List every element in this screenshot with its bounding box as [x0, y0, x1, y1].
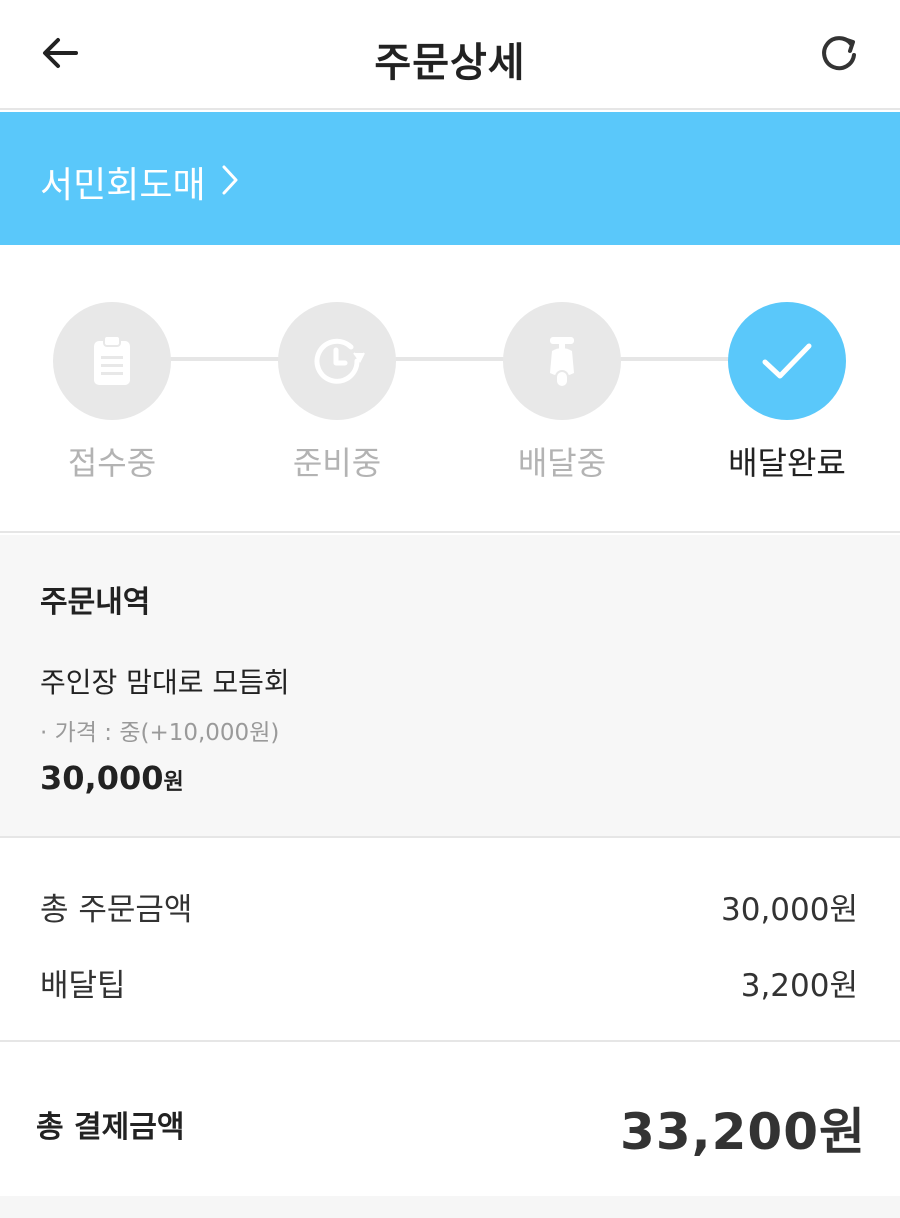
store-link[interactable]: 서민회도매 — [0, 112, 900, 245]
order-total-row: 총 주문금액 30,000원 — [40, 884, 858, 928]
payment-total-section: 총 결제금액 33,200원 — [0, 1044, 900, 1196]
status-step-label: 준비중 — [292, 444, 382, 482]
status-step-preparing: 준비중 — [237, 302, 437, 484]
order-item-option: · 가격 : 중(+10,000원) — [40, 720, 280, 746]
delivery-status-tracker: 접수중 준비중 배달중 배달완료 — [0, 245, 900, 533]
top-app-bar: 주문상세 — [0, 0, 900, 110]
order-total-label: 총 주문금액 — [40, 892, 193, 928]
delivery-tip-value: 3,200원 — [740, 968, 858, 1004]
status-step-label: 배달완료 — [728, 444, 846, 482]
order-totals-section: 총 주문금액 30,000원 배달팁 3,200원 — [0, 840, 900, 1042]
status-step-received: 접수중 — [12, 302, 212, 484]
store-name: 서민회도매 — [40, 165, 206, 206]
status-step-circle — [278, 302, 396, 420]
check-icon — [762, 343, 812, 379]
order-detail-screen: 주문상세 서민회도매 접수중 준비중 배달중 배달완료 주문내역 주인장 맘대로… — [0, 0, 900, 1218]
order-item-price-value: 30,000 — [40, 759, 164, 797]
refresh-button[interactable] — [816, 30, 862, 76]
scooter-icon — [550, 337, 574, 388]
chevron-right-icon — [222, 165, 238, 195]
clipboard-icon — [94, 335, 130, 385]
order-item-name: 주인장 맘대로 모듬회 — [40, 666, 290, 699]
order-total-value: 30,000원 — [721, 892, 858, 928]
payment-total-label: 총 결제금액 — [36, 1110, 185, 1145]
status-step-circle-active — [728, 302, 846, 420]
status-step-circle — [53, 302, 171, 420]
payment-total-amount: 33,200원 — [620, 1103, 866, 1161]
status-step-circle — [503, 302, 621, 420]
status-step-delivering: 배달중 — [462, 302, 662, 484]
clock-icon — [314, 338, 365, 384]
bottom-divider — [0, 1196, 900, 1218]
order-item-price-unit: 원 — [163, 770, 184, 795]
refresh-icon — [822, 36, 856, 71]
order-items-heading: 주문내역 — [40, 585, 151, 620]
delivery-tip-row: 배달팁 3,200원 — [40, 960, 858, 1004]
delivery-tip-label: 배달팁 — [40, 968, 126, 1004]
order-items-section: 주문내역 주인장 맘대로 모듬회 · 가격 : 중(+10,000원) 30,0… — [0, 535, 900, 838]
status-step-label: 배달중 — [517, 444, 607, 482]
order-item-price: 30,000원 — [40, 759, 184, 797]
status-step-label: 접수중 — [67, 444, 157, 482]
page-title: 주문상세 — [374, 40, 526, 86]
status-step-delivered: 배달완료 — [687, 302, 887, 484]
